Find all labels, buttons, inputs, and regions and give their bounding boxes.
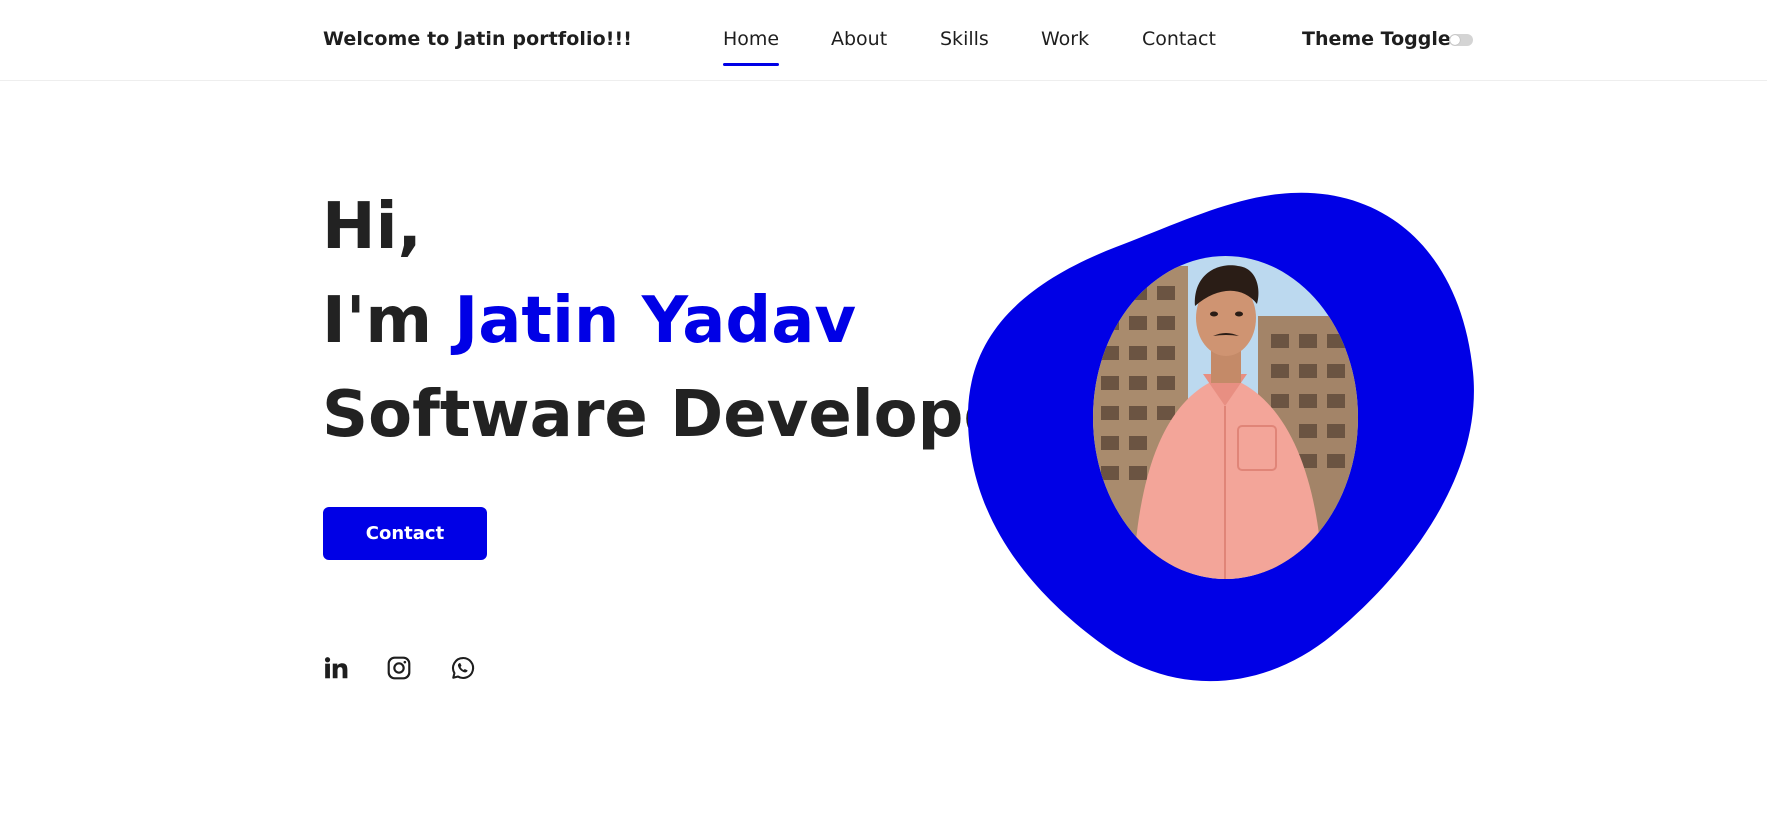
linkedin-icon (324, 657, 348, 679)
profile-photo-illustration (1093, 256, 1358, 579)
hero-greeting: Hi, (322, 190, 422, 264)
hero-name: Jatin Yadav (454, 284, 857, 358)
contact-button[interactable]: Contact (323, 507, 487, 560)
hero-image-blob (966, 192, 1474, 687)
theme-toggle-switch[interactable] (1449, 34, 1473, 46)
hero-intro-prefix: I'm (322, 284, 455, 358)
instagram-link[interactable] (386, 655, 412, 681)
linkedin-link[interactable] (323, 655, 349, 681)
toggle-knob (1450, 35, 1460, 45)
nav-home-link[interactable]: Home (723, 28, 780, 66)
whatsapp-link[interactable] (450, 655, 476, 681)
nav-skills-link[interactable]: Skills (940, 28, 989, 50)
theme-toggle-label: Theme Toggle: (1302, 28, 1459, 50)
profile-photo (1093, 256, 1358, 579)
nav-work-link[interactable]: Work (1041, 28, 1089, 50)
site-header: Welcome to Jatin portfolio!!! Home About… (0, 0, 1767, 81)
nav-contact-link[interactable]: Contact (1142, 28, 1216, 50)
whatsapp-icon (452, 657, 475, 679)
nav-about-link[interactable]: About (831, 28, 887, 50)
hero-intro-line: I'm Jatin Yadav (322, 274, 1038, 368)
hero-role: Software Developer (322, 378, 1039, 452)
main-nav: Home About Skills Work Contact (0, 28, 1767, 68)
hero-heading: Hi, I'm Jatin Yadav Software Developer (322, 180, 1038, 462)
instagram-icon (387, 656, 411, 680)
